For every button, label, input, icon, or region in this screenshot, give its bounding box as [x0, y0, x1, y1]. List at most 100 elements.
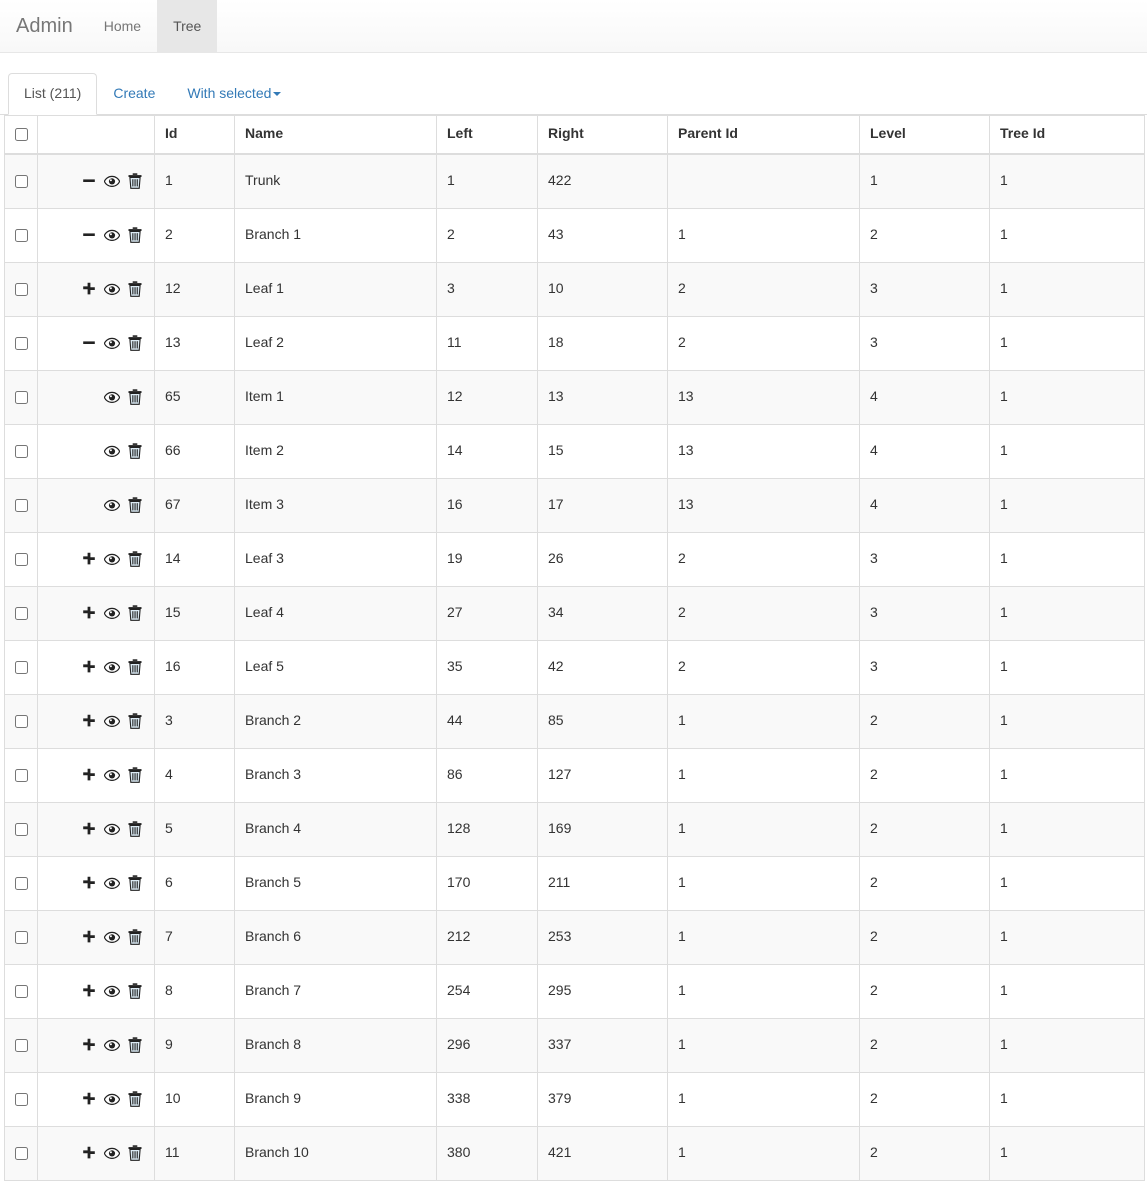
- eye-icon[interactable]: [103, 334, 121, 352]
- row-checkbox[interactable]: [15, 714, 28, 728]
- eye-icon[interactable]: [103, 550, 121, 568]
- row-tree-id: 1: [989, 909, 1145, 965]
- row-checkbox[interactable]: [15, 444, 28, 458]
- row-checkbox[interactable]: [15, 390, 28, 404]
- row-select-cell: [4, 1071, 38, 1127]
- row-id: 65: [154, 369, 235, 425]
- trash-icon[interactable]: [126, 928, 144, 946]
- eye-icon[interactable]: [103, 280, 121, 298]
- row-checkbox[interactable]: [15, 930, 28, 944]
- table-row: 3 Branch 2 44 85 1 2 1: [4, 693, 1145, 749]
- eye-icon[interactable]: [103, 820, 121, 838]
- row-checkbox[interactable]: [15, 822, 28, 836]
- plus-icon[interactable]: [80, 1090, 98, 1108]
- row-tree-id: 1: [989, 531, 1145, 587]
- row-checkbox[interactable]: [15, 1038, 28, 1052]
- select-all-checkbox[interactable]: [15, 128, 28, 142]
- row-checkbox[interactable]: [15, 1146, 28, 1160]
- row-checkbox[interactable]: [15, 336, 28, 350]
- plus-icon[interactable]: [80, 766, 98, 784]
- table-row: 9 Branch 8 296 337 1 2 1: [4, 1017, 1145, 1073]
- row-name: Leaf 4: [234, 585, 437, 641]
- trash-icon[interactable]: [126, 766, 144, 784]
- plus-icon[interactable]: [80, 604, 98, 622]
- plus-icon[interactable]: [80, 280, 98, 298]
- trash-icon[interactable]: [126, 172, 144, 190]
- row-tree-id: 1: [989, 261, 1145, 317]
- eye-icon[interactable]: [103, 658, 121, 676]
- plus-icon[interactable]: [80, 1144, 98, 1162]
- table-row: 7 Branch 6 212 253 1 2 1: [4, 909, 1145, 965]
- trash-icon[interactable]: [126, 334, 144, 352]
- eye-icon[interactable]: [103, 604, 121, 622]
- eye-icon[interactable]: [103, 1144, 121, 1162]
- tab-with-selected[interactable]: With selected: [171, 73, 297, 115]
- eye-icon[interactable]: [103, 226, 121, 244]
- eye-icon[interactable]: [103, 928, 121, 946]
- row-select-cell: [4, 585, 38, 641]
- table-row: 10 Branch 9 338 379 1 2 1: [4, 1071, 1145, 1127]
- trash-icon[interactable]: [126, 1090, 144, 1108]
- trash-icon[interactable]: [126, 442, 144, 460]
- eye-icon[interactable]: [103, 1090, 121, 1108]
- trash-icon[interactable]: [126, 604, 144, 622]
- eye-icon[interactable]: [103, 766, 121, 784]
- trash-icon[interactable]: [126, 388, 144, 406]
- eye-icon[interactable]: [103, 874, 121, 892]
- eye-icon[interactable]: [103, 496, 121, 514]
- row-parent-id: 1: [667, 963, 860, 1019]
- plus-icon[interactable]: [80, 1036, 98, 1054]
- row-checkbox[interactable]: [15, 876, 28, 890]
- row-name: Item 2: [234, 423, 437, 479]
- trash-icon[interactable]: [126, 550, 144, 568]
- trash-icon[interactable]: [126, 496, 144, 514]
- row-checkbox[interactable]: [15, 174, 28, 188]
- row-id: 4: [154, 747, 235, 803]
- row-left: 296: [436, 1017, 538, 1073]
- tab-list[interactable]: List (211): [8, 73, 98, 115]
- plus-icon[interactable]: [80, 928, 98, 946]
- plus-icon[interactable]: [80, 982, 98, 1000]
- plus-icon[interactable]: [80, 874, 98, 892]
- trash-icon[interactable]: [126, 982, 144, 1000]
- trash-icon[interactable]: [126, 226, 144, 244]
- row-checkbox[interactable]: [15, 282, 28, 296]
- row-level: 4: [859, 369, 990, 425]
- nav-item-home[interactable]: Home: [88, 0, 157, 52]
- row-checkbox[interactable]: [15, 660, 28, 674]
- trash-icon[interactable]: [126, 1144, 144, 1162]
- row-checkbox[interactable]: [15, 1092, 28, 1106]
- plus-icon[interactable]: [80, 658, 98, 676]
- nav-item-tree[interactable]: Tree: [157, 0, 218, 52]
- eye-icon[interactable]: [103, 172, 121, 190]
- trash-icon[interactable]: [126, 874, 144, 892]
- trash-icon[interactable]: [126, 280, 144, 298]
- plus-icon[interactable]: [80, 820, 98, 838]
- eye-icon[interactable]: [103, 712, 121, 730]
- row-checkbox[interactable]: [15, 228, 28, 242]
- eye-icon[interactable]: [103, 442, 121, 460]
- row-action-group: [48, 433, 144, 470]
- row-actions-cell: [37, 1017, 155, 1073]
- trash-icon[interactable]: [126, 820, 144, 838]
- trash-icon[interactable]: [126, 712, 144, 730]
- row-checkbox[interactable]: [15, 606, 28, 620]
- row-checkbox[interactable]: [15, 984, 28, 998]
- eye-icon[interactable]: [103, 982, 121, 1000]
- eye-icon[interactable]: [103, 388, 121, 406]
- plus-icon[interactable]: [80, 712, 98, 730]
- eye-icon[interactable]: [103, 1036, 121, 1054]
- tab-create[interactable]: Create: [97, 73, 171, 115]
- trash-icon[interactable]: [126, 658, 144, 676]
- row-left: 86: [436, 747, 538, 803]
- minus-icon[interactable]: [80, 226, 98, 244]
- minus-icon[interactable]: [80, 334, 98, 352]
- row-checkbox[interactable]: [15, 768, 28, 782]
- row-select-cell: [4, 315, 38, 371]
- row-checkbox[interactable]: [15, 552, 28, 566]
- minus-icon[interactable]: [80, 172, 98, 190]
- trash-icon[interactable]: [126, 1036, 144, 1054]
- brand-link[interactable]: Admin: [0, 0, 88, 52]
- plus-icon[interactable]: [80, 550, 98, 568]
- row-checkbox[interactable]: [15, 498, 28, 512]
